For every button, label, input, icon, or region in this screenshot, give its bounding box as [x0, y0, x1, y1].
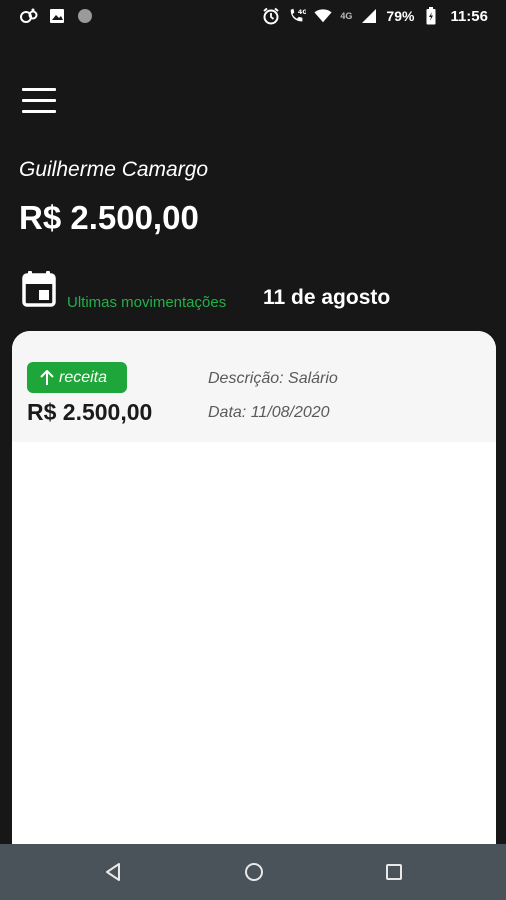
signal-icon — [360, 7, 378, 25]
notification-app-icon — [20, 7, 38, 25]
account-balance: R$ 2.500,00 — [19, 199, 199, 236]
menu-line — [22, 88, 56, 91]
recents-icon[interactable] — [380, 858, 408, 886]
back-icon[interactable] — [99, 858, 127, 886]
menu-icon[interactable] — [20, 86, 58, 118]
call-4g-icon: 4G — [288, 7, 306, 25]
status-bar-right: 4G 4G 79% 11:56 — [262, 7, 488, 25]
home-icon[interactable] — [240, 858, 268, 886]
battery-percent: 79% — [386, 8, 415, 24]
status-bar: 4G 4G 79% 11:56 — [0, 0, 506, 32]
user-name: Guilherme Camargo — [19, 158, 209, 181]
transactions-card: receita R$ 2.500,00 Descrição: Salário D… — [12, 331, 496, 851]
section-date[interactable]: 11 de agosto — [263, 286, 390, 310]
image-icon — [48, 7, 66, 25]
transaction-description: Descrição: Salário — [208, 370, 338, 387]
wifi-icon — [314, 7, 332, 25]
status-bar-left — [20, 7, 94, 25]
transaction-amount: R$ 2.500,00 — [27, 399, 153, 425]
menu-line — [22, 110, 56, 113]
arrow-up-icon — [40, 369, 54, 385]
transaction-date: Data: 11/08/2020 — [208, 404, 330, 421]
battery-icon — [422, 7, 440, 25]
transaction-row[interactable]: receita R$ 2.500,00 Descrição: Salário D… — [12, 331, 496, 442]
alarm-icon — [262, 7, 280, 25]
menu-line — [22, 99, 56, 102]
navigation-bar — [0, 844, 506, 900]
circle-icon — [76, 7, 94, 25]
transaction-type-badge: receita — [27, 362, 127, 393]
network-type: 4G — [340, 11, 353, 21]
svg-text:4G: 4G — [298, 9, 306, 16]
section-label: Ultimas movimentações — [67, 294, 227, 311]
transaction-type-label: receita — [59, 368, 108, 386]
calendar-icon[interactable] — [22, 271, 56, 307]
clock: 11:56 — [450, 7, 488, 25]
